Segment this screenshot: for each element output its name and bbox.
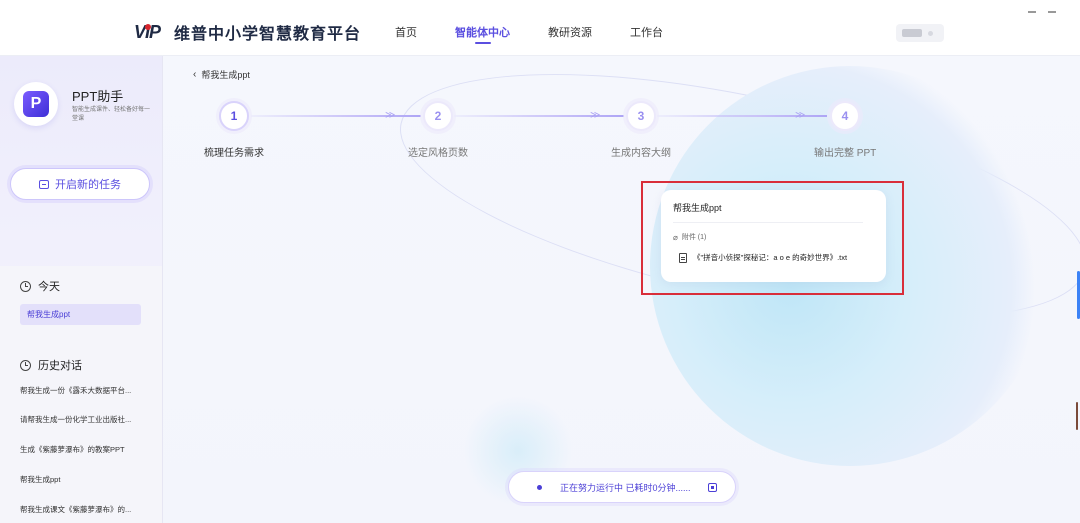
history-item[interactable]: 帮我生成一份《露禾大数据平台... — [20, 385, 145, 396]
step-3-label: 生成内容大纲 — [611, 148, 671, 159]
step-4-label: 输出完整 PPT — [814, 148, 877, 159]
step-connector — [251, 115, 421, 117]
status-text: 正在努力运行中 已耗时0分钟...... — [560, 482, 691, 493]
history-item[interactable]: 请帮我生成一份化学工业出版社... — [20, 414, 145, 425]
history-section-title: 历史对话 — [20, 357, 82, 373]
main-nav: 首页 智能体中心 教研资源 工作台 — [395, 0, 701, 56]
arrow-right-icon: ≫ — [385, 110, 396, 121]
history-item[interactable]: 帮我生成课文《紫藤萝瀑布》的... — [20, 504, 145, 515]
today-conversation-item[interactable]: 帮我生成ppt — [20, 304, 141, 325]
step-1-indicator: 1 — [219, 101, 249, 131]
new-task-label: 开启新的任务 — [55, 179, 121, 191]
step-3-indicator: 3 — [626, 101, 656, 131]
attachment-header: ⌀ 附件 (1) — [673, 232, 707, 242]
divider — [673, 222, 863, 223]
attachment-file-name: 《"拼音小侦探"探秘记：a o e 的奇妙世界》.txt — [693, 253, 848, 262]
message-text: 帮我生成ppt — [673, 203, 722, 213]
today-section-title: 今天 — [20, 278, 60, 294]
step-1-label: 梳理任务需求 — [204, 148, 264, 159]
maximize-icon[interactable] — [1048, 11, 1057, 13]
nav-home[interactable]: 首页 — [395, 0, 417, 56]
new-task-icon — [39, 179, 49, 189]
status-dot-icon — [537, 484, 542, 490]
arrow-right-icon: ≫ — [795, 110, 806, 121]
ppt-assistant-icon: P — [14, 82, 58, 126]
back-link-label: 帮我生成ppt — [201, 70, 250, 80]
nav-workbench[interactable]: 工作台 — [630, 0, 663, 56]
attachment-file[interactable]: 《"拼音小侦探"探秘记：a o e 的奇妙世界》.txt — [679, 252, 847, 263]
step-2-label: 选定风格页数 — [408, 148, 468, 159]
minimize-icon[interactable] — [1028, 11, 1036, 13]
platform-title: 维普中小学智慧教育平台 — [174, 26, 362, 43]
paperclip-icon: ⌀ — [673, 232, 678, 242]
clock-icon — [20, 359, 31, 371]
nav-teaching-resources[interactable]: 教研资源 — [548, 0, 592, 56]
chevron-left-icon: ‹ — [193, 69, 197, 80]
clock-icon — [20, 280, 31, 292]
stop-icon[interactable] — [708, 483, 717, 492]
back-link[interactable]: ‹ 帮我生成ppt — [193, 68, 250, 81]
vip-logo-icon: VIP — [134, 22, 161, 42]
history-item[interactable]: 生成《紫藤萝瀑布》的教案PPT — [20, 444, 145, 455]
user-message-card: 帮我生成ppt ⌀ 附件 (1) 《"拼音小侦探"探秘记：a o e 的奇妙世界… — [661, 190, 886, 282]
step-4-indicator: 4 — [830, 101, 860, 131]
history-item[interactable]: 帮我生成ppt — [20, 474, 145, 485]
blurred-username — [902, 29, 922, 37]
top-navigation-bar: VIP 维普中小学智慧教育平台 首页 智能体中心 教研资源 工作台 — [0, 0, 1080, 56]
nav-agent-center[interactable]: 智能体中心 — [455, 0, 510, 56]
step-2-indicator: 2 — [423, 101, 453, 131]
file-icon — [679, 252, 687, 263]
app-description: 智能生成课件、轻松备好每一堂课 — [72, 107, 151, 122]
main-content: ‹ 帮我生成ppt ≫ ≫ ≫ 1 2 3 4 梳理任务需求 选定风格页数 生成… — [163, 56, 1080, 523]
sidebar: P PPT助手 智能生成课件、轻松备好每一堂课 开启新的任务 今天 帮我生成pp… — [0, 56, 163, 523]
running-status-bar: 正在努力运行中 已耗时0分钟...... — [508, 471, 736, 503]
new-task-button[interactable]: 开启新的任务 — [10, 168, 150, 200]
platform-logo[interactable]: VIP 维普中小学智慧教育平台 — [134, 20, 361, 44]
dropdown-indicator-icon — [928, 30, 933, 36]
user-account-menu[interactable] — [896, 24, 944, 42]
arrow-right-icon: ≫ — [590, 110, 601, 121]
app-name: PPT助手 — [72, 89, 124, 104]
window-controls — [1020, 0, 1080, 13]
scroll-indicator[interactable] — [1076, 402, 1078, 430]
